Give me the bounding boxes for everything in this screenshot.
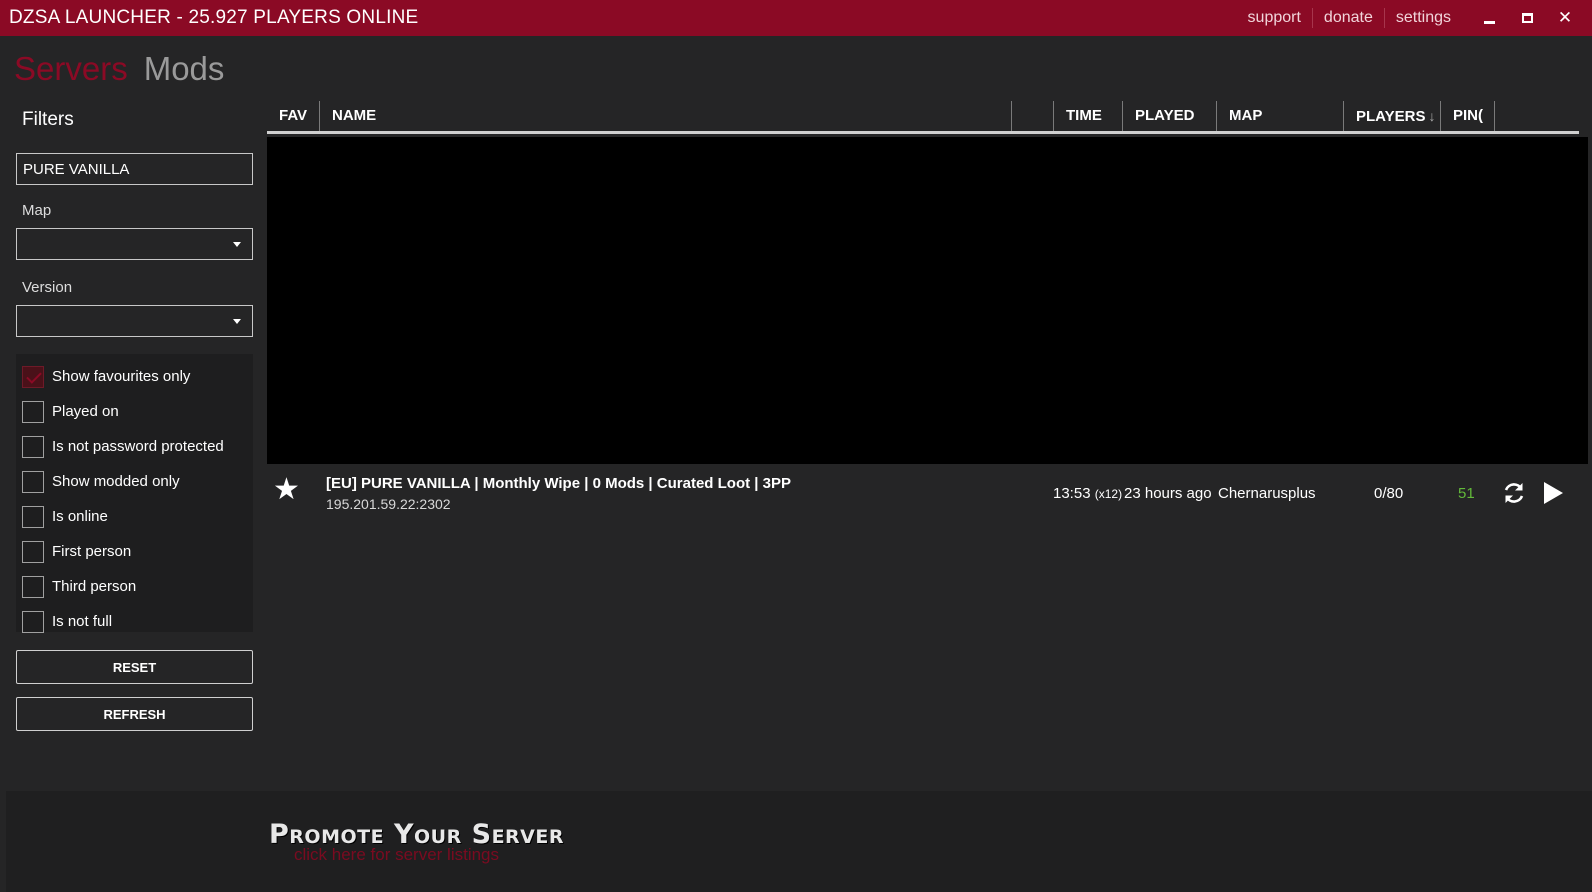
checkbox-box[interactable] [22, 435, 44, 458]
server-time-value: 13:53 [1053, 485, 1091, 502]
checkbox-is-online[interactable]: Is online [16, 499, 253, 534]
maximize-button[interactable] [1508, 0, 1546, 36]
checkbox-modded-only[interactable]: Show modded only [16, 464, 253, 499]
search-input[interactable]: PURE VANILLA [16, 153, 253, 185]
checkbox-box[interactable] [22, 400, 44, 423]
checkbox-box[interactable] [22, 470, 44, 493]
checkbox-label: Show favourites only [52, 368, 191, 385]
chevron-down-icon [233, 319, 241, 324]
server-players: 0/80 [1374, 485, 1404, 502]
server-list-empty-area [267, 137, 1588, 464]
version-label: Version [22, 279, 73, 296]
checkbox-label: First person [52, 543, 132, 560]
checkbox-box[interactable] [22, 610, 44, 633]
version-select[interactable] [16, 305, 253, 337]
column-players-label: PLAYERS [1356, 108, 1426, 125]
server-ip: 195.201.59.22:2302 [326, 496, 451, 512]
map-label: Map [22, 202, 52, 219]
minimize-button[interactable] [1470, 0, 1508, 36]
server-played: 23 hours ago [1124, 485, 1212, 502]
checkbox-not-full[interactable]: Is not full [16, 604, 253, 639]
checkbox-played-on[interactable]: Played on [16, 394, 253, 429]
tab-mods[interactable]: Mods [144, 50, 225, 88]
refresh-button[interactable]: REFRESH [16, 697, 253, 731]
server-name: [EU] PURE VANILLA | Monthly Wipe | 0 Mod… [326, 475, 791, 492]
checkbox-third-person[interactable]: Third person [16, 569, 253, 604]
server-table-header: FAV NAME TIME PLAYED MAP PLAYERS ↓ PIN( [267, 101, 1579, 134]
play-icon[interactable] [1544, 482, 1563, 504]
checkbox-label: Show modded only [52, 473, 180, 490]
server-time: 13:53 (x12) [1053, 485, 1122, 502]
map-select[interactable] [16, 228, 253, 260]
filters-sidebar: Filters PURE VANILLA Map Version Show fa… [16, 104, 253, 731]
main-nav: Servers Mods [14, 50, 224, 88]
server-time-multiplier: (x12) [1094, 487, 1123, 501]
checkbox-label: Is not full [52, 613, 113, 630]
promo-banner[interactable]: Promote Your Server click here for serve… [6, 791, 1592, 892]
checkbox-box[interactable] [22, 505, 44, 528]
favourite-star-icon[interactable]: ★ [273, 475, 300, 505]
search-value: PURE VANILLA [23, 160, 130, 178]
checkbox-box[interactable] [22, 540, 44, 563]
title-links: support donate settings [1237, 0, 1462, 36]
sort-down-icon: ↓ [1428, 108, 1436, 124]
filter-checkboxes: Show favourites only Played on Is not pa… [16, 354, 253, 633]
checkbox-label: Third person [52, 578, 137, 595]
checkbox-show-favourites[interactable]: Show favourites only [16, 359, 253, 394]
tab-servers[interactable]: Servers [14, 50, 128, 88]
checkbox-checked-icon[interactable] [22, 365, 44, 388]
column-name[interactable]: NAME [320, 101, 1012, 131]
checkbox-not-password-protected[interactable]: Is not password protected [16, 429, 253, 464]
promo-subtitle: click here for server listings [294, 845, 500, 864]
checkbox-label: Is online [52, 508, 108, 525]
filters-title: Filters [22, 109, 74, 130]
column-map[interactable]: MAP [1217, 101, 1344, 131]
window-controls: ✕ [1470, 0, 1584, 36]
chevron-down-icon [233, 242, 241, 247]
checkbox-label: Played on [52, 403, 119, 420]
refresh-icon[interactable] [1501, 480, 1527, 506]
maximize-icon [1521, 13, 1533, 23]
close-button[interactable]: ✕ [1546, 0, 1584, 36]
donate-link[interactable]: donate [1311, 8, 1384, 28]
settings-link[interactable]: settings [1383, 8, 1462, 28]
close-icon: ✕ [1557, 8, 1573, 27]
checkbox-box[interactable] [22, 575, 44, 598]
table-row[interactable]: ★ [EU] PURE VANILLA | Monthly Wipe | 0 M… [267, 466, 1588, 520]
server-ping: 51 [1458, 485, 1475, 502]
column-time[interactable]: TIME [1054, 101, 1123, 131]
server-map: Chernarusplus [1218, 485, 1316, 502]
title-bar: DZSA LAUNCHER - 25.927 PLAYERS ONLINE su… [0, 0, 1592, 36]
minimize-icon [1483, 20, 1495, 24]
column-blank[interactable] [1012, 101, 1054, 131]
reset-button[interactable]: RESET [16, 650, 253, 684]
checkbox-label: Is not password protected [52, 438, 224, 455]
column-played[interactable]: PLAYED [1123, 101, 1217, 131]
support-link[interactable]: support [1237, 8, 1312, 28]
column-ping[interactable]: PIN( [1441, 101, 1495, 131]
window-title: DZSA LAUNCHER - 25.927 PLAYERS ONLINE [9, 7, 419, 28]
column-fav[interactable]: FAV [267, 101, 320, 131]
checkbox-first-person[interactable]: First person [16, 534, 253, 569]
column-players[interactable]: PLAYERS ↓ [1344, 101, 1441, 131]
